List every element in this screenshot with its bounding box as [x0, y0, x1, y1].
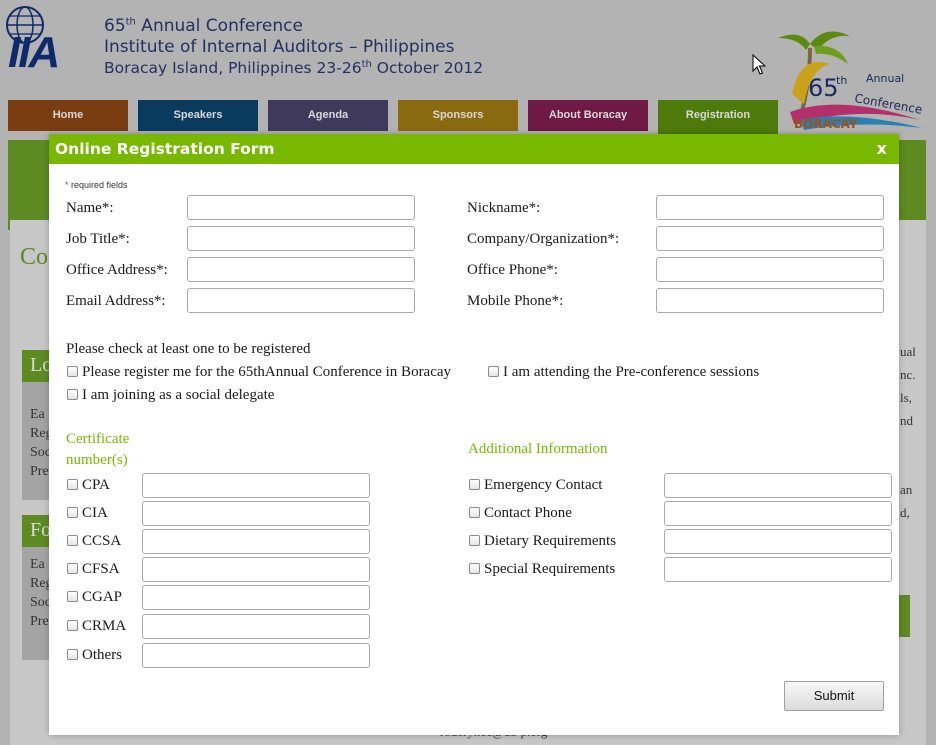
modal-title-bar: Online Registration Form [49, 134, 899, 164]
dietary-requirements-input[interactable] [664, 529, 892, 554]
cia-checkbox[interactable] [67, 507, 78, 518]
mobile-phone-input[interactable] [656, 288, 884, 313]
office-address-input[interactable] [187, 257, 415, 282]
email-address-input[interactable] [187, 288, 415, 313]
nav-agenda[interactable]: Agenda [268, 100, 388, 131]
cfsa-label: CFSA [82, 561, 120, 577]
nav-about-boracay[interactable]: About Boracay [528, 100, 648, 131]
nickname-label: Nickname*: [467, 200, 541, 216]
boracay-conference-logo: 65 th Annual Conference BORACAY [778, 31, 923, 131]
pre-conference-checkbox[interactable] [488, 366, 499, 377]
header-line-2: Institute of Internal Auditors – Philipp… [104, 37, 455, 57]
additional-info-heading: Additional Information [468, 441, 608, 457]
special-requirements-checkbox[interactable] [469, 563, 480, 574]
dietary-requirements-checkbox[interactable] [469, 535, 480, 546]
dietary-requirements-label: Dietary Requirements [484, 533, 617, 549]
register-conference-checkbox[interactable] [67, 366, 78, 377]
right-text-fragments: ual nc. ls, nd an d, [900, 344, 916, 520]
contact-phone-checkbox[interactable] [469, 507, 480, 518]
cfsa-number-input[interactable] [142, 557, 370, 582]
crma-checkbox[interactable] [67, 620, 78, 631]
mouse-pointer-icon [752, 54, 766, 75]
header-line-3: Boracay Island, Philippines 23-26th Octo… [104, 58, 484, 77]
register-conference-label: Please register me for the 65thAnnual Co… [82, 364, 452, 380]
header-line-1: 65th Annual Conference [104, 16, 303, 36]
svg-text:th: th [836, 74, 847, 87]
modal-title: Online Registration Form [55, 140, 275, 158]
cfsa-checkbox[interactable] [67, 563, 78, 574]
iia-logo: IIA [8, 28, 60, 77]
cia-label: CIA [82, 505, 108, 521]
email-address-label: Email Address*: [66, 293, 166, 309]
crma-label: CRMA [82, 618, 127, 634]
nav-home[interactable]: Home [8, 100, 128, 131]
emergency-contact-checkbox[interactable] [469, 479, 480, 490]
nav-sponsors[interactable]: Sponsors [398, 100, 518, 131]
crma-number-input[interactable] [142, 614, 370, 639]
svg-text:65: 65 [808, 74, 839, 102]
office-phone-label: Office Phone*: [467, 262, 558, 278]
certificate-heading: Certificate number(s) [66, 431, 130, 468]
emergency-contact-input[interactable] [664, 473, 892, 498]
emergency-contact-label: Emergency Contact [484, 477, 603, 493]
others-number-input[interactable] [142, 643, 370, 668]
job-title-label: Job Title*: [66, 231, 130, 247]
cpa-label: CPA [82, 477, 110, 493]
cpa-number-input[interactable] [142, 473, 370, 498]
mobile-phone-label: Mobile Phone*: [467, 293, 564, 309]
ccsa-number-input[interactable] [142, 529, 370, 554]
svg-text:Annual: Annual [866, 72, 904, 85]
company-input[interactable] [656, 226, 884, 251]
pre-conference-label: I am attending the Pre-conference sessio… [503, 364, 760, 380]
page-title-fragment: Co [20, 244, 49, 270]
right-green-block [898, 595, 910, 637]
cpa-checkbox[interactable] [67, 479, 78, 490]
nickname-input[interactable] [656, 195, 884, 220]
special-requirements-input[interactable] [664, 557, 892, 582]
others-label: Others [82, 647, 122, 663]
name-label: Name*: [66, 200, 114, 216]
required-fields-note: * required fields [65, 180, 128, 190]
contact-phone-label: Contact Phone [484, 505, 572, 521]
contact-phone-input[interactable] [664, 501, 892, 526]
register-prompt: Please check at least one to be register… [66, 341, 311, 357]
nav-speakers[interactable]: Speakers [138, 100, 258, 131]
office-phone-input[interactable] [656, 257, 884, 282]
close-button[interactable]: x [877, 134, 887, 164]
cgap-label: CGAP [82, 589, 123, 605]
office-address-label: Office Address*: [66, 262, 168, 278]
submit-button[interactable]: Submit [784, 681, 884, 711]
nav-registration[interactable]: Registration [658, 100, 778, 136]
registration-modal: Online Registration Form x * required fi… [49, 134, 899, 735]
ccsa-checkbox[interactable] [67, 535, 78, 546]
name-input[interactable] [187, 195, 415, 220]
cgap-number-input[interactable] [142, 585, 370, 610]
social-delegate-label: I am joining as a social delegate [82, 387, 275, 403]
svg-text:BORACAY: BORACAY [794, 117, 858, 131]
special-requirements-label: Special Requirements [484, 561, 616, 577]
others-checkbox[interactable] [67, 649, 78, 660]
company-label: Company/Organization*: [467, 231, 620, 247]
social-delegate-checkbox[interactable] [67, 389, 78, 400]
conference-header: 65th Annual Conference Institute of Inte… [104, 16, 483, 79]
cia-number-input[interactable] [142, 501, 370, 526]
cgap-checkbox[interactable] [67, 591, 78, 602]
ccsa-label: CCSA [82, 533, 122, 549]
job-title-input[interactable] [187, 226, 415, 251]
